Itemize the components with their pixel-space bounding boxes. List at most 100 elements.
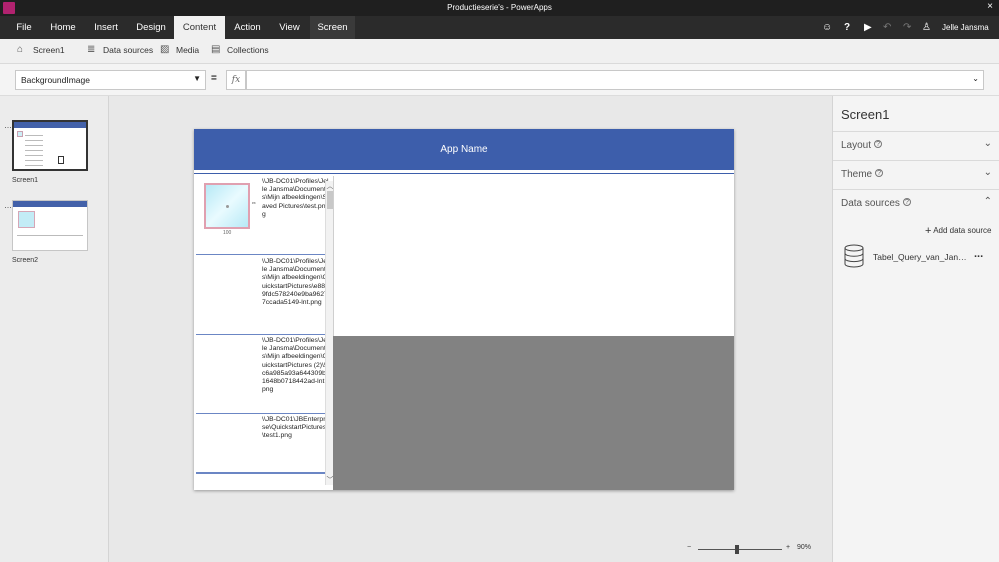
gallery[interactable]: ⇕ 100 \\JB-DC01\Profiles\Jelle Jansma\Do… — [194, 176, 333, 490]
window-title: Productieserie's - PowerApps — [447, 3, 552, 12]
image-path-label: \\JB-DC01\Profiles\Jelle Jansma\Document… — [262, 337, 329, 394]
tab-content[interactable]: Content — [174, 16, 225, 39]
content-ribbon: ⌂ Screen1 ≣ Data sources ▨ Media ▤ Colle… — [0, 39, 999, 64]
tab-screen[interactable]: Screen — [310, 16, 355, 39]
zoom-slider-handle[interactable] — [735, 545, 739, 554]
property-dropdown[interactable]: BackgroundImage ▼ — [15, 70, 206, 90]
tab-view[interactable]: View — [273, 16, 306, 39]
plus-icon: + — [925, 225, 932, 237]
formula-bar: BackgroundImage ▼ = fx ⌄ — [0, 64, 999, 96]
user-icon[interactable]: ♙ — [922, 16, 931, 39]
screen-selector-button[interactable]: ⌂ Screen1 — [17, 44, 65, 56]
image-icon: ▨ — [160, 44, 170, 55]
database-icon — [844, 244, 864, 268]
media-label: Media — [176, 45, 200, 55]
zoom-slider[interactable] — [698, 549, 782, 550]
chevron-down-icon[interactable]: ⌄ — [972, 74, 979, 83]
header-underline — [194, 173, 734, 174]
thumbnail-gallery — [25, 131, 43, 167]
gallery-item[interactable]: \\JB-DC01\Profiles\Jelle Jansma\Document… — [196, 335, 331, 414]
background-rectangle[interactable] — [333, 336, 734, 490]
help-icon[interactable]: ? — [875, 169, 884, 177]
title-bar: Productieserie's - PowerApps × — [0, 0, 999, 16]
section-layout[interactable]: Layout? ⌄ — [833, 131, 999, 160]
zoom-in-button[interactable]: + — [786, 544, 790, 551]
play-icon[interactable]: ▶ — [864, 16, 872, 39]
undo-icon[interactable]: ↶ — [883, 16, 891, 39]
screen1-label: Screen1 — [12, 177, 39, 184]
thumbnail-image — [18, 211, 35, 228]
screen2-more-icon[interactable]: … — [4, 201, 12, 210]
image-path-label: \\JB-DC01\Profiles\Jelle Jansma\Document… — [262, 258, 329, 307]
section-data-sources-label: Data sources? — [841, 198, 911, 209]
thumbnail-doc-icon — [58, 156, 64, 164]
gallery-item[interactable]: \\JB-DC01\JBEnterprise\QuickstartPicture… — [196, 414, 331, 473]
screen2-label: Screen2 — [12, 257, 39, 264]
tab-action[interactable]: Action — [229, 16, 266, 39]
gallery-divider — [196, 473, 331, 474]
center-handle[interactable] — [226, 205, 229, 208]
data-source-item[interactable]: Tabel_Query_van_Jansm... ... — [843, 244, 993, 270]
formula-input[interactable]: ⌄ — [246, 70, 984, 90]
redo-icon[interactable]: ↷ — [903, 16, 911, 39]
thumbnail-divider — [17, 235, 83, 236]
property-value: BackgroundImage — [21, 75, 90, 85]
database-icon: ≣ — [87, 44, 96, 55]
section-data-sources[interactable]: Data sources? ⌃ — [833, 189, 999, 218]
app-screen[interactable]: App Name ⇕ 100 \\JB-DC01\Profiles\Jelle … — [194, 129, 734, 490]
zoom-percent: 90% — [797, 544, 812, 551]
help-icon[interactable]: ? — [874, 140, 883, 148]
media-button[interactable]: ▨ Media — [160, 44, 200, 56]
gallery-scrollbar[interactable]: ︿ ﹀ — [325, 181, 334, 485]
section-theme-label: Theme? — [841, 169, 884, 180]
app-header[interactable]: App Name — [194, 129, 734, 170]
gallery-item[interactable]: ⇕ 100 \\JB-DC01\Profiles\Jelle Jansma\Do… — [196, 176, 331, 255]
add-data-source-button[interactable]: + Add data source — [925, 225, 991, 237]
image-control[interactable] — [204, 183, 250, 229]
properties-pane: Screen1 Layout? ⌄ Theme? ⌄ Data sources?… — [832, 96, 999, 562]
screen2-thumbnail[interactable] — [12, 200, 88, 251]
image-path-label: \\JB-DC01\JBEnterprise\QuickstartPicture… — [262, 416, 327, 440]
thumbnail-image — [17, 131, 23, 137]
collections-label: Collections — [227, 45, 269, 55]
tab-design[interactable]: Design — [131, 16, 171, 39]
more-options-icon[interactable]: ... — [974, 248, 983, 260]
collections-button[interactable]: ▤ Collections — [211, 44, 269, 56]
table-icon: ▤ — [211, 44, 221, 55]
screen-label: Screen1 — [33, 45, 65, 55]
section-theme[interactable]: Theme? ⌄ — [833, 160, 999, 189]
add-data-source-label: Add data source — [933, 226, 992, 235]
pane-title: Screen1 — [841, 107, 890, 122]
image-path-label: \\JB-DC01\Profiles\Jelle Jansma\Document… — [262, 178, 329, 218]
tab-file[interactable]: File — [8, 16, 40, 39]
chevron-down-icon: ▼ — [193, 74, 201, 83]
screen1-more-icon[interactable]: … — [4, 121, 12, 130]
fx-icon[interactable]: fx — [226, 70, 246, 90]
tab-home[interactable]: Home — [46, 16, 80, 39]
tab-insert[interactable]: Insert — [88, 16, 124, 39]
resize-handle[interactable]: ⇕ — [250, 201, 256, 205]
equals-sign: = — [211, 73, 217, 84]
data-sources-label: Data sources — [103, 45, 154, 55]
chevron-down-icon[interactable]: ⌄ — [984, 138, 992, 149]
data-source-name: Tabel_Query_van_Jansm... — [873, 252, 969, 262]
screen-icon: ⌂ — [17, 44, 24, 55]
screen1-thumbnail[interactable] — [12, 120, 88, 171]
chevron-down-icon[interactable]: ⌄ — [984, 167, 992, 178]
gallery-item[interactable]: \\JB-DC01\Profiles\Jelle Jansma\Document… — [196, 256, 331, 335]
thumbnail-header — [14, 122, 86, 128]
close-icon[interactable]: × — [987, 1, 993, 12]
help-icon[interactable]: ? — [844, 16, 850, 39]
user-name[interactable]: Jelle Jansma — [942, 16, 989, 39]
smiley-icon[interactable]: ☺ — [822, 16, 832, 39]
zoom-out-button[interactable]: − — [687, 544, 691, 551]
section-layout-label: Layout? — [841, 140, 883, 151]
help-icon[interactable]: ? — [902, 198, 911, 206]
thumbnail-header — [13, 201, 87, 207]
image-size-label: 100 — [223, 230, 232, 236]
screens-pane: … Screen1 … Screen2 — [0, 96, 109, 562]
detail-panel[interactable] — [333, 176, 734, 336]
data-sources-button[interactable]: ≣ Data sources — [87, 44, 154, 56]
menu-bar: File Home Insert Design Content Action V… — [0, 16, 999, 39]
chevron-up-icon[interactable]: ⌃ — [984, 196, 992, 207]
